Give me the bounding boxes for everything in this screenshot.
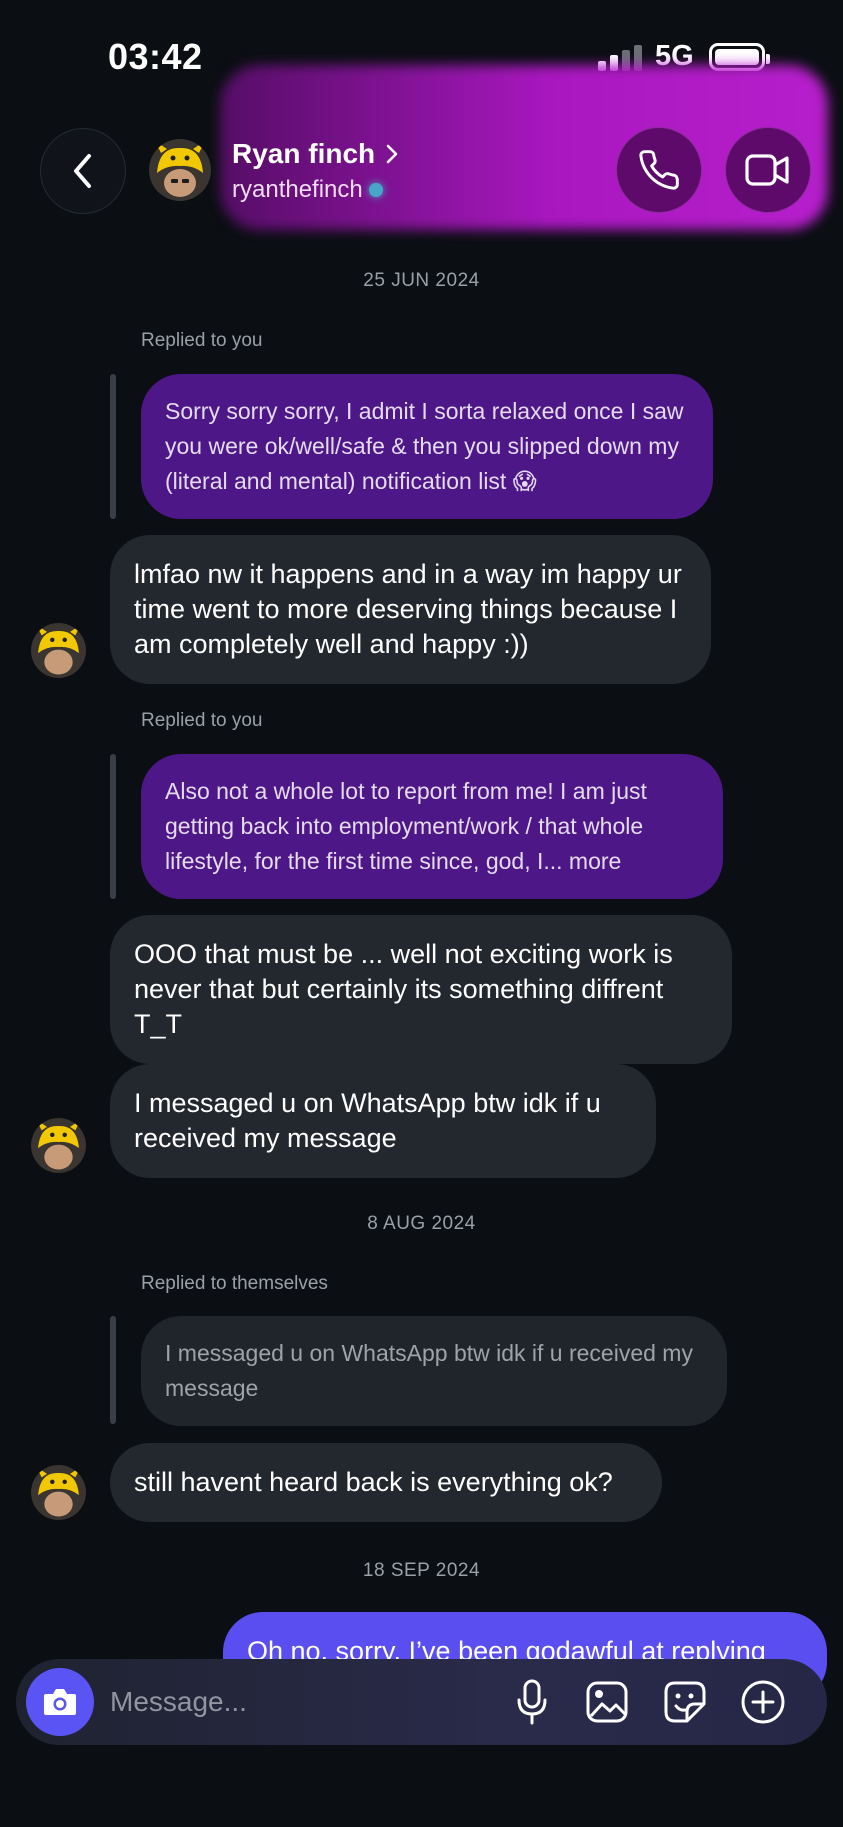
phone-icon xyxy=(639,150,679,190)
reply-bar xyxy=(110,754,116,899)
date-separator: 25 JUN 2024 xyxy=(363,270,480,291)
message-input[interactable] xyxy=(110,1659,440,1745)
microphone-icon xyxy=(517,1679,547,1725)
gallery-button[interactable] xyxy=(583,1678,631,1726)
quoted-message[interactable]: Also not a whole lot to report from me! … xyxy=(141,754,723,899)
video-camera-icon xyxy=(745,154,789,186)
contact-avatar[interactable] xyxy=(149,139,211,201)
sender-avatar[interactable] xyxy=(31,1465,86,1520)
chevron-left-icon xyxy=(74,154,91,188)
sticker-icon xyxy=(664,1681,706,1723)
incoming-message[interactable]: I messaged u on WhatsApp btw idk if u re… xyxy=(110,1064,656,1178)
contact-handle-text: ryanthefinch xyxy=(232,176,363,203)
reply-label: Replied to you xyxy=(141,710,263,731)
image-icon xyxy=(586,1681,628,1723)
contact-name-text: Ryan finch xyxy=(232,138,376,169)
video-call-button[interactable] xyxy=(725,127,811,213)
incoming-message[interactable]: OOO that must be ... well not exciting w… xyxy=(110,915,732,1064)
chevron-right-icon xyxy=(386,144,398,164)
active-status-dot xyxy=(368,183,383,197)
microphone-button[interactable] xyxy=(508,1678,556,1726)
contact-name[interactable]: Ryan finch xyxy=(232,138,399,170)
status-time: 03:42 xyxy=(108,36,203,77)
camera-button[interactable] xyxy=(26,1668,94,1736)
home-indicator-area xyxy=(0,1760,843,1827)
plus-circle-icon xyxy=(741,1680,785,1724)
add-button[interactable] xyxy=(739,1678,787,1726)
camera-icon xyxy=(44,1689,76,1715)
date-separator: 18 SEP 2024 xyxy=(362,1560,481,1581)
incoming-message[interactable]: lmfao nw it happens and in a way im happ… xyxy=(110,535,711,684)
voice-call-button[interactable] xyxy=(616,127,702,213)
reply-label: Replied to themselves xyxy=(141,1273,328,1294)
sender-avatar[interactable] xyxy=(31,1118,86,1173)
incoming-message[interactable]: still havent heard back is everything ok… xyxy=(110,1443,662,1522)
contact-handle[interactable]: ryanthefinch xyxy=(232,176,383,204)
sender-avatar[interactable] xyxy=(31,623,86,678)
date-separator: 8 AUG 2024 xyxy=(367,1213,476,1234)
quoted-message[interactable]: Sorry sorry sorry, I admit I sorta relax… xyxy=(141,374,713,519)
reply-label: Replied to you xyxy=(141,330,263,351)
reply-bar xyxy=(110,374,116,519)
message-composer xyxy=(16,1659,827,1745)
back-button[interactable] xyxy=(40,128,126,214)
reply-bar xyxy=(110,1316,116,1424)
quoted-message[interactable]: I messaged u on WhatsApp btw idk if u re… xyxy=(141,1316,727,1426)
sticker-button[interactable] xyxy=(661,1678,709,1726)
